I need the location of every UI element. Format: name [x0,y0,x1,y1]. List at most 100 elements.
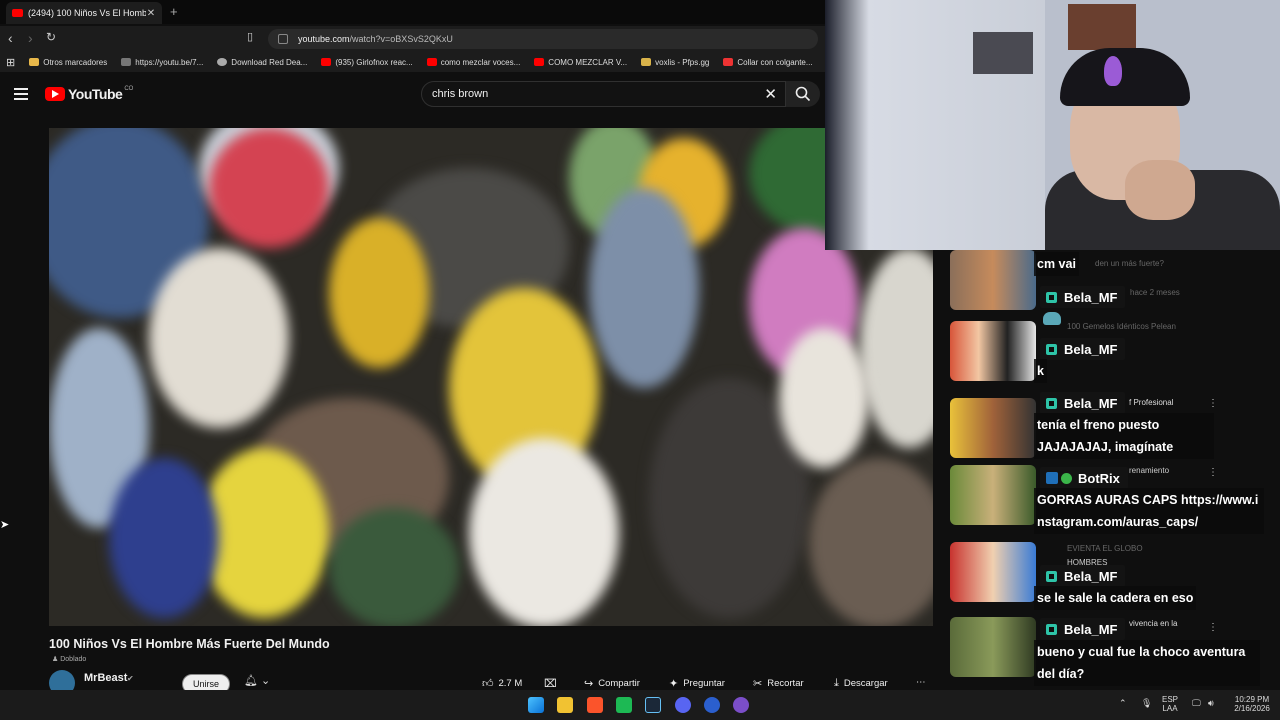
clear-search-icon[interactable]: ✕ [764,85,777,103]
bookmark-item[interactable]: como mezclar voces... [426,58,520,67]
chat-username: Bela_MF [1040,286,1126,308]
recommendation-text: vivencia en la [1129,619,1178,628]
search-input[interactable]: chris brown ✕ [421,81,786,107]
verified-bot-icon [1061,472,1072,484]
close-tab-icon[interactable]: ✕ [146,8,156,19]
language-indicator[interactable]: ESP LAA [1162,695,1178,713]
tray-chevron-icon[interactable]: ⌃ [1119,698,1127,709]
video-action-row: MrBeast ✔ Unirse 🔔︎ ⌄ 👍︎ 2.7 M ⌧ ↪ Compart… [49,668,933,696]
bookmarks-bar: ⊞ Otros marcadores https://youtu.be/7...… [0,52,825,72]
user-badge-icon [1046,570,1057,582]
chat-message: bueno y cual fue la choco aventura del d… [1034,640,1260,686]
user-badge-icon [1046,343,1057,355]
recommendation-text: den un más fuerte? [1095,259,1164,268]
share-button[interactable]: ↪ Compartir [584,677,640,690]
browser-tab[interactable]: (2494) 100 Niños Vs El Hombr... ✕ [6,2,162,24]
more-actions-icon[interactable]: ⋯ [916,677,926,688]
video-thumbnail[interactable] [950,617,1036,677]
site-info-icon[interactable] [278,34,288,44]
app-icon[interactable] [704,697,720,713]
brave-browser-icon[interactable] [587,697,603,713]
youtube-header: YouTube CO chris brown ✕ [0,72,825,118]
video-thumbnail[interactable] [950,250,1036,310]
download-button[interactable]: ⤓ Descargar [834,677,888,690]
address-bar[interactable]: youtube.com/watch?v=oBXSvS2QKxU [268,29,818,49]
user-badge-icon [1046,397,1057,409]
ask-button[interactable]: ✦ Preguntar [669,677,725,690]
bookmark-item[interactable]: voxlis - Pfps.gg [641,58,709,67]
tab-title: (2494) 100 Niños Vs El Hombr... [28,8,146,18]
scissors-icon: ✂ [753,678,763,690]
webcam-feed [825,0,1280,250]
download-icon: ⤓ [834,677,839,689]
site-icon [217,58,228,66]
app-icon[interactable] [616,697,632,713]
more-options-icon[interactable]: ⋮ [1208,398,1218,409]
more-options-icon[interactable]: ⋮ [1208,467,1218,478]
browser-nav-bar: ‹ › ↻ ▯ youtube.com/watch?v=oBXSvS2QKxU [0,26,825,52]
thumbs-up-icon: 👍︎ [482,678,494,690]
app-icon[interactable] [733,697,749,713]
youtube-logo[interactable]: YouTube CO [45,86,133,102]
video-thumbnail[interactable] [950,398,1036,458]
back-icon[interactable]: ‹ [8,30,13,46]
bookmark-item[interactable]: COMO MEZCLAR V... [534,58,627,67]
bot-badge-icon [1046,472,1058,484]
recommendation-text: renamiento [1129,466,1170,475]
windows-taskbar: ⌃ 🎙︎ ESP LAA 🖵︎ 🔊︎ 10:29 PM 2/16/2026 [0,690,1280,720]
user-badge-icon [1046,291,1057,303]
user-badge-icon [1046,623,1057,635]
shop-icon [723,58,734,66]
poster [973,32,1033,74]
url-host: youtube.com [298,34,350,44]
flame-logo-icon [1104,56,1122,86]
search-button[interactable] [786,81,820,107]
youtube-wordmark: YouTube [68,86,123,102]
youtube-icon [321,58,332,66]
recommendation-text: 100 Gemelos Idénticos Pelean [1067,322,1176,331]
like-button[interactable]: 👍︎ 2.7 M [482,677,522,690]
video-thumbnail[interactable] [950,542,1036,602]
discord-icon[interactable] [675,697,691,713]
clock[interactable]: 10:29 PM 2/16/2026 [1228,695,1276,713]
dislike-button[interactable]: ⌧ [544,677,562,690]
chat-username: Bela_MF [1040,392,1126,414]
chat-username: Bela_MF [1040,618,1126,640]
volume-icon[interactable]: 🔊︎ [1208,698,1214,709]
chat-message: se le sale la cadera en eso [1034,586,1197,610]
dubbed-label: ♟ Doblado [52,656,87,663]
chat-message: GORRAS AURAS CAPS https://www.instagram.… [1034,488,1264,534]
microphone-icon[interactable]: 🎙︎ [1141,698,1152,709]
network-icon[interactable]: 🖵︎ [1192,698,1201,709]
mouse-cursor-icon: ➤ [0,519,10,531]
site-icon [641,58,652,66]
video-player[interactable] [49,128,933,626]
bookmark-item[interactable]: https://youtu.be/7... [121,58,203,67]
search-icon [795,86,811,102]
forward-icon[interactable]: › [28,30,33,46]
windows-start-icon[interactable] [528,697,544,713]
bookmark-icon[interactable]: ▯ [247,30,253,43]
bookmark-item[interactable]: Otros marcadores [29,58,107,67]
recommendation-text: f Profesional [1129,398,1174,407]
channel-name[interactable]: MrBeast [84,672,127,684]
bookmark-item[interactable]: Download Red Dea... [217,58,307,67]
reload-icon[interactable]: ↻ [46,30,56,44]
bell-icon[interactable]: 🔔︎ ⌄ [244,674,270,687]
file-explorer-icon[interactable] [557,697,573,713]
more-options-icon[interactable]: ⋮ [1208,622,1218,633]
video-title: 100 Niños Vs El Hombre Más Fuerte Del Mu… [49,637,330,651]
browser-tab-bar: (2494) 100 Niños Vs El Hombr... ✕ + [0,0,825,24]
menu-icon[interactable] [14,88,28,103]
bookmark-item[interactable]: (935) Girlofnox reac... [321,58,413,67]
globe-icon [121,58,132,66]
clip-button[interactable]: ✂ Recortar [753,677,804,690]
bookmark-item[interactable]: Collar con colgante... [723,58,813,67]
new-tab-icon[interactable]: + [170,4,178,19]
video-thumbnail[interactable] [950,465,1036,525]
recommendation-text: EVIENTA EL GLOBO [1067,544,1143,553]
steam-icon[interactable] [645,697,661,713]
apps-grid-icon[interactable]: ⊞ [6,56,15,69]
video-thumbnail[interactable] [950,321,1036,381]
chat-username: Bela_MF [1040,565,1126,587]
